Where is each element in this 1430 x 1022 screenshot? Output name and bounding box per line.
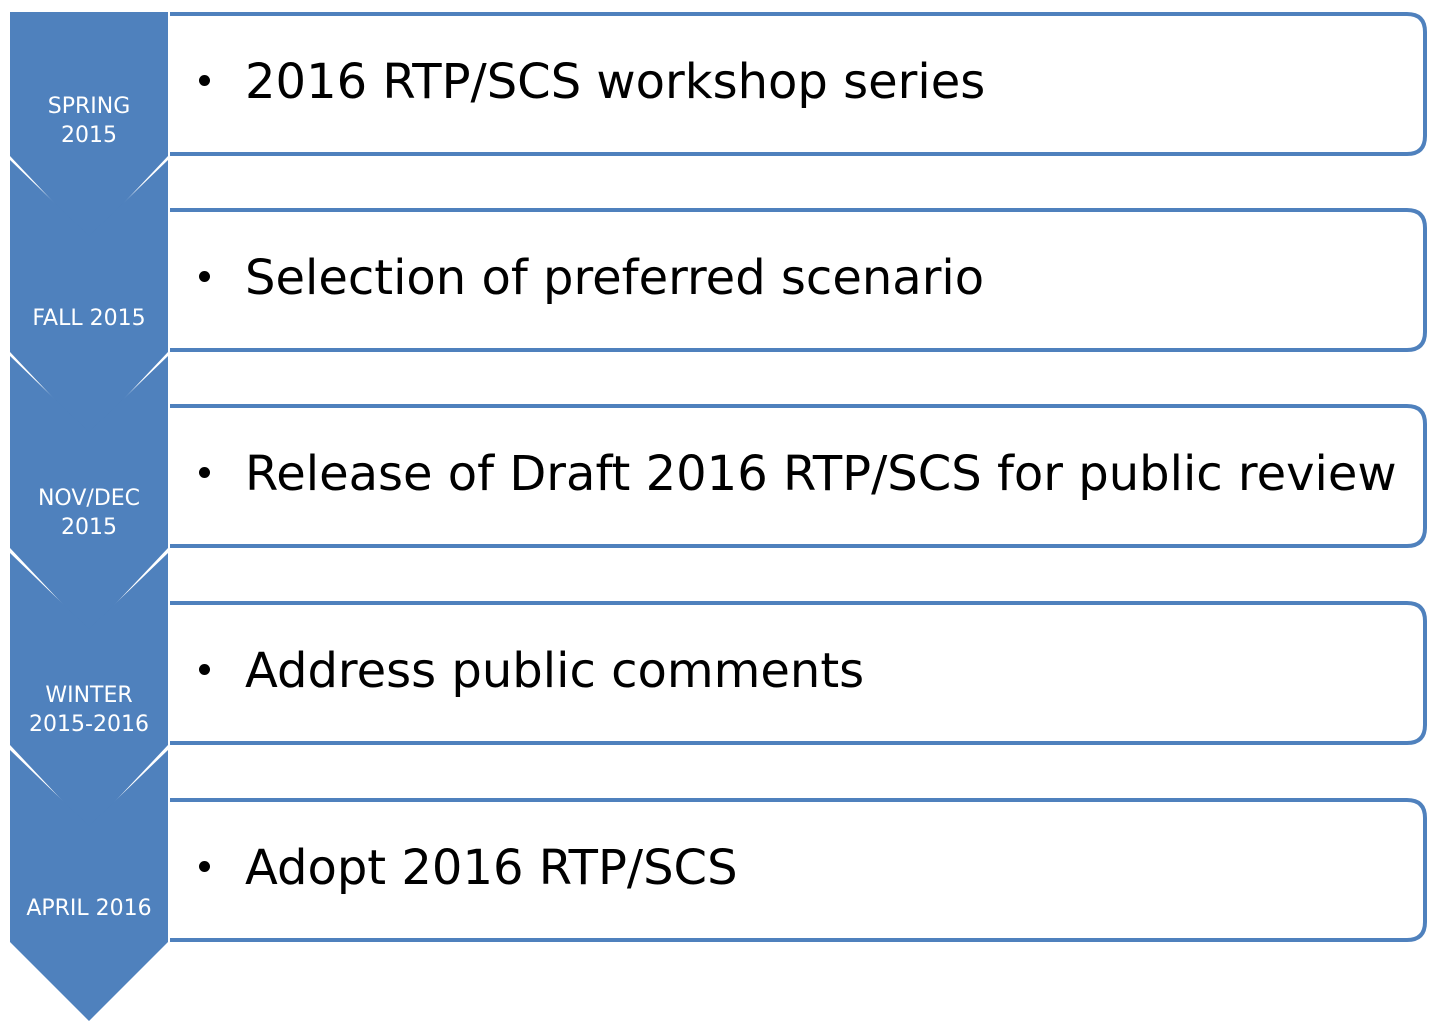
stage-period-label: SPRING 2015: [47, 94, 131, 148]
bullet-icon: [199, 861, 210, 872]
stage-description: Adopt 2016 RTP/SCS: [245, 840, 738, 896]
chevron-arrow-shape: [10, 750, 168, 1021]
stage-description-box: Selection of preferred scenario: [155, 208, 1427, 352]
stage-description: Address public comments: [245, 643, 865, 699]
stage-period-label: WINTER 2015-2016: [29, 683, 149, 737]
stage-description: 2016 RTP/SCS workshop series: [245, 54, 986, 110]
stage-description: Selection of preferred scenario: [245, 250, 985, 306]
stage-period-label: APRIL 2016: [26, 896, 152, 921]
stage-description-box: Adopt 2016 RTP/SCS: [155, 798, 1427, 942]
stage-description: Release of Draft 2016 RTP/SCS for public…: [245, 446, 1397, 502]
process-timeline-diagram: 2016 RTP/SCS workshop series SPRING 2015…: [0, 0, 1430, 1021]
bullet-icon: [199, 467, 210, 478]
bullet-icon: [199, 75, 210, 86]
bullet-icon: [199, 664, 210, 675]
stage-description-box: 2016 RTP/SCS workshop series: [155, 12, 1427, 156]
stage-period-label: NOV/DEC 2015: [37, 486, 141, 540]
stage-period-label: FALL 2015: [32, 306, 146, 331]
stage-description-box: Release of Draft 2016 RTP/SCS for public…: [155, 404, 1427, 548]
stage-period-chevron: APRIL 2016: [0, 750, 178, 1021]
bullet-icon: [199, 271, 210, 282]
stage-description-box: Address public comments: [155, 601, 1427, 745]
